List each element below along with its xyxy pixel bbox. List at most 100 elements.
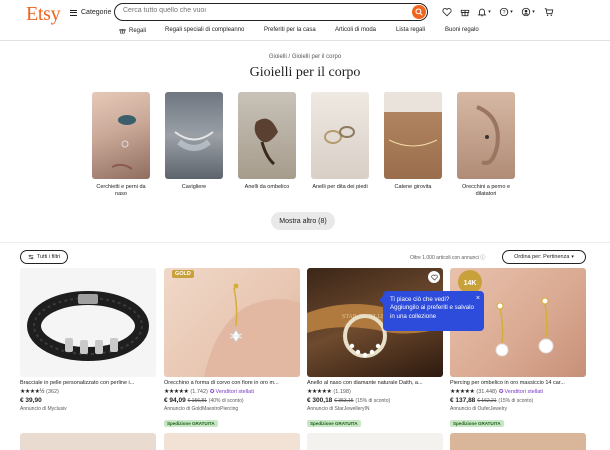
listing-price: € 300,18 € 353,15 (15% di sconto) [307, 397, 443, 404]
original-price: € 162,21 [477, 398, 497, 404]
listing-image-partial[interactable] [307, 433, 443, 450]
listing-rating: ★★★★★ (31.448) ✪ Venditori stellati [450, 388, 586, 396]
price-value: € 39,90 [20, 397, 42, 404]
subcategory-plugs[interactable]: Orecchini a perno e dilatatori [456, 92, 516, 198]
listing-image[interactable] [20, 268, 156, 377]
categories-label: Categorie [81, 9, 112, 16]
subcategory-waist-chains[interactable]: Catene girovita [383, 92, 443, 191]
waist-chain-photo [384, 92, 442, 147]
listing-title[interactable]: Anello al naso con diamante naturale Dai… [307, 380, 443, 386]
listing-image-partial[interactable] [450, 433, 586, 450]
free-shipping-badge: Spedizione GRATUITA [450, 420, 504, 427]
categories-button[interactable]: Categorie [70, 9, 111, 16]
listing-title[interactable]: Orecchino a forma di corvo con fiore in … [164, 380, 300, 386]
nav-item-compleanno[interactable]: Regali speciali di compleanno [165, 27, 244, 33]
close-icon[interactable]: × [476, 294, 480, 303]
star-seller-label: Venditori stellati [215, 388, 254, 395]
ear-plug-photo [476, 105, 500, 165]
star-seller-badge: ✪ Venditori stellati [499, 389, 543, 395]
subcategory-image [92, 92, 150, 179]
divider [0, 242, 610, 243]
anklet-photo [174, 131, 214, 151]
shop-name[interactable]: Annuncio di GoldMaestroPiercing [164, 406, 300, 412]
nav-item-buoni-regalo[interactable]: Buoni regalo [445, 27, 479, 33]
original-price: € 353,15 [334, 398, 354, 404]
subcategory-list: Cerchietti e perni da naso Cavigliere An… [91, 92, 521, 204]
favorites-button[interactable] [440, 6, 454, 18]
gift-button[interactable] [458, 6, 472, 18]
tooltip-text: Ti piace ciò che vedi? Aggiungilo ai pre… [390, 296, 474, 320]
svg-text:14K: 14K [464, 280, 477, 287]
listing-title[interactable]: Bracciale in pelle personalizzato con pe… [20, 380, 156, 386]
help-button[interactable]: ? ▾ [498, 6, 514, 18]
nose-photo [111, 115, 136, 170]
listing-rating: ★★★★½ (362) [20, 388, 156, 396]
nav-item-label: Buoni regalo [445, 27, 479, 33]
listing-rating: ★★★★★ (1.742) ✪ Venditori stellati [164, 388, 300, 396]
subcategory-label: Catene girovita [394, 184, 432, 190]
heart-icon [430, 274, 438, 281]
favorite-button[interactable] [428, 271, 440, 283]
breadcrumb[interactable]: Gioielli / Gioielli per il corpo [0, 54, 610, 60]
nav-item-regali[interactable]: Regali [119, 27, 146, 34]
listing-price: € 137,88 € 162,21 (15% di sconto) [450, 397, 586, 404]
shop-name[interactable]: Annuncio di Myclusiv [20, 406, 156, 412]
nav-item-label: Preferiti per la casa [264, 27, 316, 33]
subcategory-image [165, 92, 223, 179]
notifications-button[interactable]: ▾ [476, 6, 492, 18]
info-icon[interactable]: ⓘ [480, 255, 485, 261]
all-filters-button[interactable]: Tutti i filtri [20, 250, 68, 264]
star-rating-icon: ★★★★★ [307, 389, 332, 395]
search-button[interactable] [412, 5, 426, 19]
chevron-down-icon: ▾ [488, 9, 491, 15]
listing-image-partial[interactable] [20, 433, 156, 450]
star-rating-icon: ★★★★★ [450, 389, 475, 395]
listing-title[interactable]: Piercing per ombelico in oro massiccio 1… [450, 380, 586, 386]
subcategory-label: Orecchini a perno e dilatatori [462, 184, 510, 198]
navel-ring-photo [204, 283, 300, 377]
subcategory-label: Cerchietti e perni da naso [96, 184, 146, 198]
review-count: (1.742) [190, 388, 208, 395]
show-more-button[interactable]: Mostra altro (8) [271, 212, 335, 230]
listing-card[interactable]: Bracciale in pelle personalizzato con pe… [20, 268, 156, 412]
star-seller-label: Venditori stellati [504, 388, 544, 395]
shop-name[interactable]: Annuncio di StarJewelleryIN [307, 406, 443, 412]
subcategory-label: Anelli da ombelico [244, 184, 290, 190]
site-header: Etsy Categorie ▾ ? ▾ ▾ [0, 0, 610, 41]
listing-rating: ★★★★★ (1.198) [307, 388, 443, 396]
etsy-logo[interactable]: Etsy [26, 3, 61, 26]
chevron-down-icon: ▾ [571, 254, 574, 260]
search-input[interactable] [123, 7, 403, 14]
cart-button[interactable] [542, 6, 556, 18]
original-price: € 156,81 [187, 398, 207, 404]
free-shipping-badge: Spedizione GRATUITA [307, 420, 361, 427]
nav-item-label: Regali [129, 27, 147, 34]
subcategory-nose[interactable]: Cerchietti e perni da naso [91, 92, 151, 198]
subcategory-image [457, 92, 515, 179]
listing-card[interactable]: GOLD Orecchino a forma di corvo con fior… [164, 268, 300, 430]
belly-ring-photo [254, 118, 278, 166]
subcategory-toe-rings[interactable]: Anelli per dita dei piedi [310, 92, 370, 191]
gold-badge: GOLD [172, 270, 194, 278]
subcategory-label: Anelli per dita dei piedi [312, 184, 368, 190]
review-count: (362) [46, 388, 59, 395]
category-nav: Regali Regali speciali di compleanno Pre… [0, 26, 610, 38]
sort-dropdown[interactable]: Ordina per: Pertinenza ▾ [502, 250, 586, 264]
nav-item-lista-regali[interactable]: Lista regali [396, 27, 425, 33]
listing-price: € 39,90 [20, 397, 156, 404]
filter-icon [28, 254, 34, 260]
shop-name[interactable]: Annuncio di OuferJewelry [450, 406, 586, 412]
subcategory-belly[interactable]: Anelli da ombelico [237, 92, 297, 191]
account-button[interactable]: ▾ [520, 6, 536, 18]
page-title: Gioielli per il corpo [249, 65, 361, 80]
nav-item-casa[interactable]: Preferiti per la casa [264, 27, 316, 33]
search-bar [114, 3, 428, 21]
discount: (15% di sconto) [498, 398, 534, 404]
sort-label: Ordina per: Pertinenza [514, 254, 570, 260]
discount: (40% di sconto) [208, 398, 244, 404]
subcategory-anklets[interactable]: Cavigliere [164, 92, 224, 191]
listing-image[interactable]: GOLD [164, 268, 300, 377]
listing-image-partial[interactable] [164, 433, 300, 450]
subcategory-image [311, 92, 369, 179]
nav-item-moda[interactable]: Articoli di moda [335, 27, 376, 33]
